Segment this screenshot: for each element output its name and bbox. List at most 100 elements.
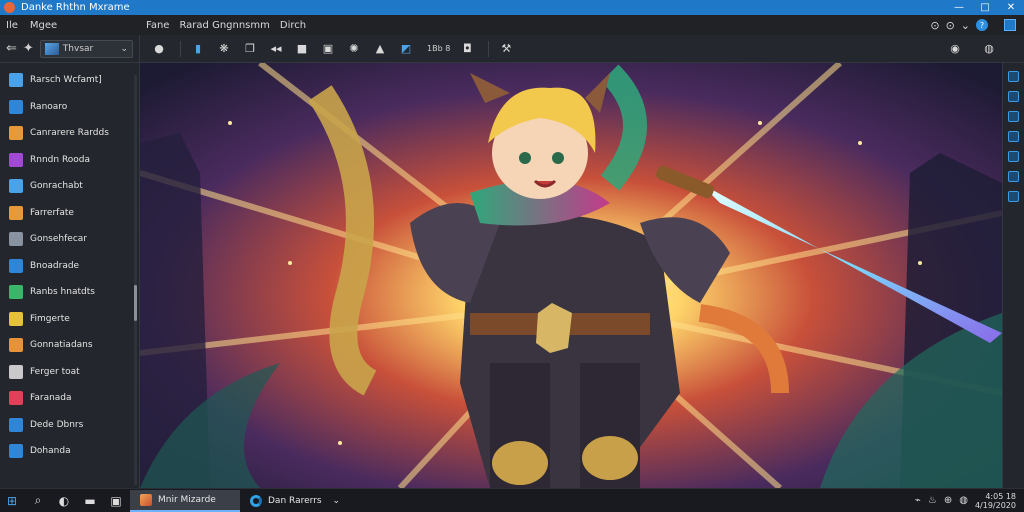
sidebar-item-icon <box>9 258 23 273</box>
clock-date: 4/19/2020 <box>974 500 1016 510</box>
image-canvas[interactable] <box>140 63 1002 488</box>
notification-icon[interactable]: ◍ <box>959 495 968 506</box>
sidebar-item[interactable]: Fimgerte <box>0 306 139 333</box>
window-title: Danke Rhthn Mxrame <box>21 2 130 13</box>
menubar-status-area: ⊙ ⊙ ⌄ ? <box>930 19 1024 32</box>
sidebar-item[interactable]: Farrerfate <box>0 200 139 227</box>
preview-icon[interactable]: ◘ <box>456 38 478 60</box>
sidebar-item[interactable]: Gonsehfecar <box>0 226 139 253</box>
artwork-image <box>140 63 1002 488</box>
sidebar-item-icon <box>9 99 23 114</box>
start-icon[interactable]: ⊞ <box>0 489 24 512</box>
sidebar-item-label: Canrarere Rardds <box>30 128 109 139</box>
menu-arrange[interactable]: Rarad Gngnnsmm <box>179 20 269 31</box>
sidebar-item-icon <box>9 152 23 167</box>
rail-image-icon[interactable] <box>1008 171 1019 182</box>
menu-file[interactable]: Ile <box>6 20 18 31</box>
close-button[interactable]: ✕ <box>998 0 1024 15</box>
toolbar-divider <box>488 40 490 57</box>
sidebar-scrollbar[interactable] <box>134 75 137 485</box>
menu-bar: Ile Mgee Fane Rarad Gngnnsmm Dirch ⊙ ⊙ ⌄… <box>0 15 1024 35</box>
menu-image[interactable]: Mgee <box>30 20 57 31</box>
sidebar-item-label: Rnndn Rooda <box>30 154 91 165</box>
clock[interactable]: 4:05 18 4/19/2020 <box>975 492 1016 510</box>
maximize-button[interactable]: □ <box>972 0 998 15</box>
sidebar-item-label: Gonrachabt <box>30 181 83 192</box>
record-icon[interactable]: ● <box>148 38 170 60</box>
sidebar-item[interactable]: Ferger toat <box>0 359 139 386</box>
rail-info-icon[interactable] <box>1008 191 1019 202</box>
settings-icon[interactable]: ✺ <box>343 38 365 60</box>
sidebar-item[interactable]: Ranoaro <box>0 94 139 121</box>
menu-frame[interactable]: Fane <box>146 20 169 31</box>
sidebar-item-label: Ranoaro <box>30 101 68 112</box>
search-value: Thvsar <box>62 43 94 54</box>
dropdown-chevron-icon[interactable]: ⌄ <box>120 44 128 54</box>
sidebar-item-label: Faranada <box>30 393 72 404</box>
sidebar-item-label: Ranbs hnatdts <box>30 287 95 298</box>
chevron-down-icon[interactable]: ⌄ <box>961 19 970 32</box>
sidebar-item-label: Gonsehfecar <box>30 234 87 245</box>
help-icon[interactable]: ? <box>976 19 988 31</box>
minimize-button[interactable]: — <box>946 0 972 15</box>
network-icon[interactable]: ⌁ <box>915 495 921 506</box>
title-bar: Danke Rhthn Mxrame — □ ✕ <box>0 0 1024 15</box>
zoom-readout: 1Bb 8 <box>427 44 451 53</box>
sidebar-item-icon <box>9 232 23 247</box>
rewind-icon[interactable]: ◂◂ <box>265 38 287 60</box>
rail-grid-icon[interactable] <box>1008 151 1019 162</box>
tools-icon[interactable]: ⚒ <box>495 38 517 60</box>
rail-layers-icon[interactable] <box>1008 71 1019 82</box>
store-icon[interactable]: ▣ <box>104 489 128 512</box>
sidebar-item[interactable]: Dede Dbnrs <box>0 412 139 439</box>
sync-icon[interactable]: ⊙ <box>930 19 939 32</box>
rail-properties-icon[interactable] <box>1008 111 1019 122</box>
sidebar-item[interactable]: Canrarere Rardds <box>0 120 139 147</box>
effects-icon[interactable]: ❋ <box>213 38 235 60</box>
up-triangle-icon[interactable]: ▲ <box>369 38 391 60</box>
sidebar-item-label: Dede Dbnrs <box>30 419 84 430</box>
sidebar-search-field[interactable]: Thvsar ⌄ <box>39 39 133 58</box>
taskbar-app-label: Mnir Mizarde <box>158 494 216 505</box>
folder-icon[interactable]: ▬ <box>78 489 102 512</box>
back-arrow-icon[interactable]: ⇐ <box>6 41 17 56</box>
sidebar-item-icon <box>9 205 23 220</box>
account-icon[interactable]: ⊙ <box>946 19 955 32</box>
rail-adjust-icon[interactable] <box>1008 131 1019 142</box>
frame-icon[interactable]: ▣ <box>317 38 339 60</box>
sidebar-item-label: Fimgerte <box>30 313 70 324</box>
sidebar-item[interactable]: Faranada <box>0 385 139 412</box>
image-thumbnail-icon <box>44 42 59 55</box>
battery-icon[interactable]: ⊕ <box>944 495 952 506</box>
taskbar-app-active[interactable]: Mnir Mizarde <box>130 489 240 512</box>
sidebar-item[interactable]: Rarsch Wcfamt] <box>0 67 139 94</box>
taskbar-app-browser[interactable]: Dan Rarerrs ⌄ <box>240 490 350 512</box>
sidebar-item[interactable]: Bnoadrade <box>0 253 139 280</box>
chevron-down-icon[interactable]: ⌄ <box>332 496 340 506</box>
system-tray: ⌁ ♨ ⊕ ◍ 4:05 18 4/19/2020 <box>915 492 1024 510</box>
search-icon[interactable]: ⌕ <box>26 489 50 512</box>
rail-history-icon[interactable] <box>1008 91 1019 102</box>
sidebar-item[interactable]: Ranbs hnatdts <box>0 279 139 306</box>
panel-toggle-icon[interactable] <box>1004 19 1016 31</box>
sidebar-item[interactable]: Dohanda <box>0 438 139 465</box>
sidebar-item-label: Dohanda <box>30 446 71 457</box>
app-logo-icon <box>4 2 15 13</box>
stop-icon[interactable]: ■ <box>291 38 313 60</box>
clock-time: 4:05 18 <box>985 491 1016 501</box>
sidebar-item[interactable]: Gonrachabt <box>0 173 139 200</box>
mask-icon[interactable]: ◍ <box>978 38 1000 60</box>
chat-icon[interactable]: ◐ <box>52 489 76 512</box>
fill-icon[interactable]: ◉ <box>944 38 966 60</box>
main-toolbar: ● ▮ ❋ ❐ ◂◂ ■ ▣ ✺ ▲ ◩ 1Bb 8 ◘ ⚒ ◉ ◍ <box>140 35 1024 63</box>
navigator-icon[interactable]: ✦ <box>23 41 34 56</box>
layer-icon[interactable]: ▮ <box>187 38 209 60</box>
copy-icon[interactable]: ❐ <box>239 38 261 60</box>
sidebar-item-icon <box>9 364 23 379</box>
menu-search[interactable]: Dirch <box>280 20 306 31</box>
sidebar-item[interactable]: Rnndn Rooda <box>0 147 139 174</box>
sidebar-item[interactable]: Gonnatiadans <box>0 332 139 359</box>
scrollbar-thumb[interactable] <box>134 285 137 321</box>
crop-icon[interactable]: ◩ <box>395 38 417 60</box>
sound-icon[interactable]: ♨ <box>928 495 937 506</box>
